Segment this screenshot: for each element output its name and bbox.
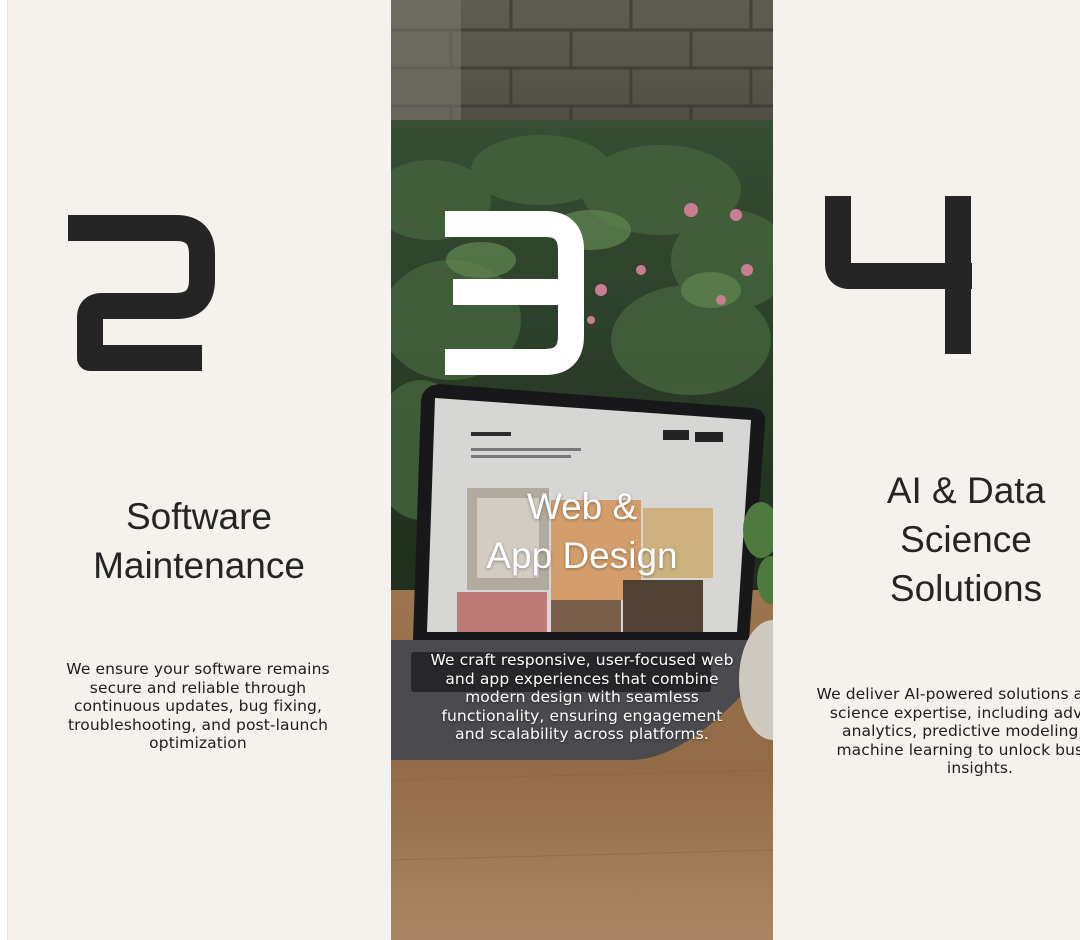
service-description: We deliver AI-powered solutions and data… <box>816 685 1080 777</box>
service-title-line: Web & <box>526 486 638 527</box>
step-number-3: 3 <box>445 211 584 375</box>
service-title-line: Maintenance <box>93 545 305 586</box>
service-card-software-maintenance: 2 Software Maintenance We ensure your so… <box>8 0 390 940</box>
service-title: Web & App Design <box>391 482 773 580</box>
service-title-line: Science <box>900 519 1032 560</box>
service-title-line: Software <box>125 496 272 537</box>
service-title: Software Maintenance <box>8 492 390 590</box>
svg-text:4: 4 <box>824 192 835 196</box>
svg-text:2: 2 <box>56 210 67 214</box>
service-description: We ensure your software remains secure a… <box>66 660 330 752</box>
services-section: 2 Software Maintenance We ensure your so… <box>0 0 1080 940</box>
service-card-ai-data-science: 4 AI & Data Science Solutions We deliver… <box>774 0 1080 940</box>
service-card-web-app-design: 3 Web & App Design We craft responsive, … <box>391 0 773 940</box>
page-edge <box>0 0 8 940</box>
service-description: We craft responsive, user-focused web an… <box>430 651 734 743</box>
service-title-line: App Design <box>486 535 678 576</box>
service-title-line: Solutions <box>889 568 1043 609</box>
service-title-line: AI & Data <box>886 470 1046 511</box>
step-number-2: 2 <box>56 210 215 371</box>
workspace-photo <box>391 0 773 940</box>
service-title: AI & Data Science Solutions <box>834 466 1080 613</box>
step-number-4: 4 <box>824 192 972 354</box>
